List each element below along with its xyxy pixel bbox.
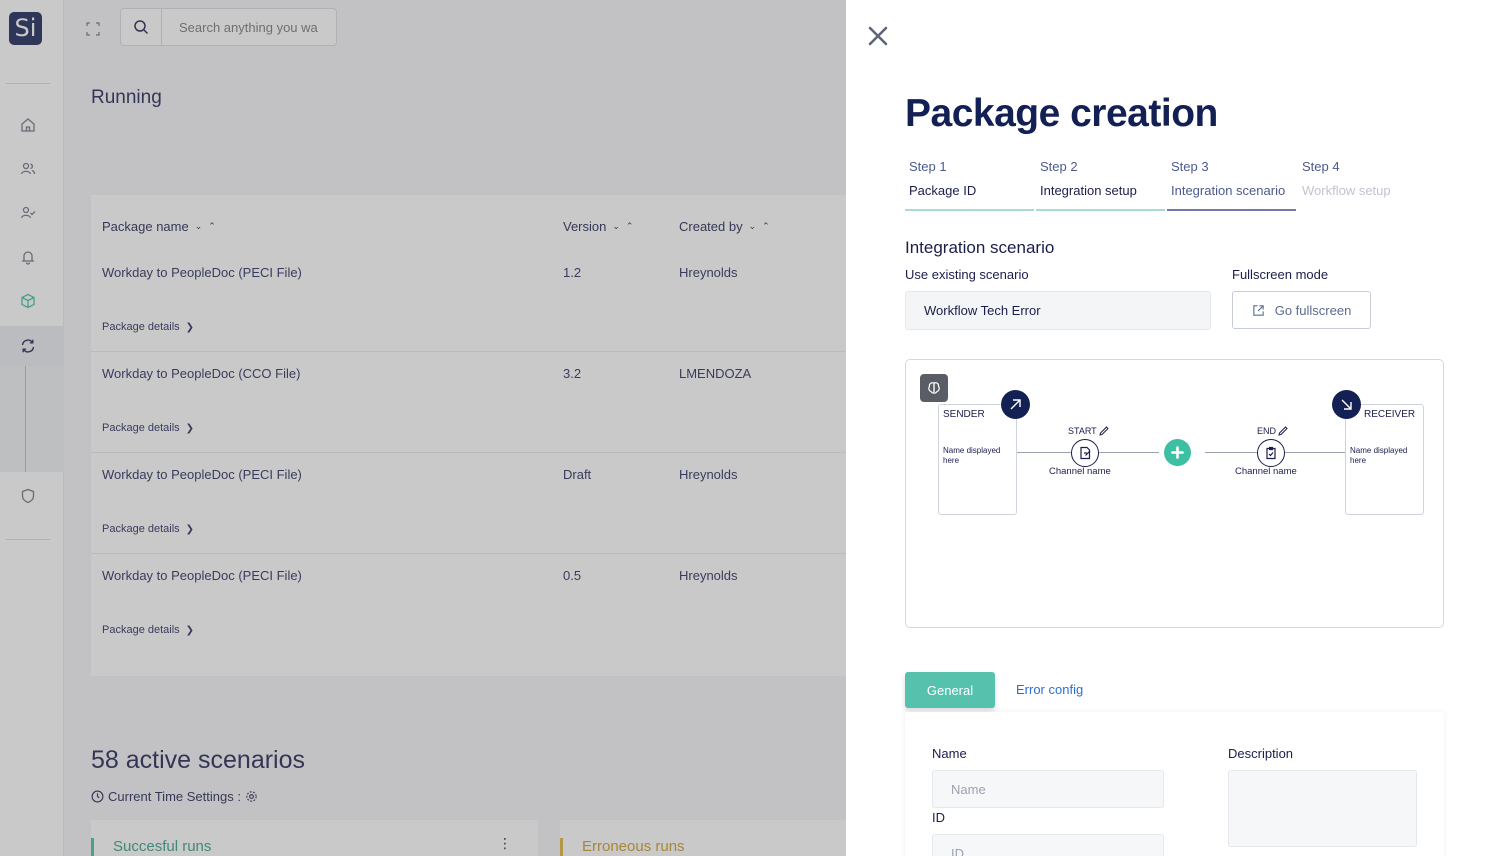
id-label: ID <box>932 810 945 825</box>
connector-line <box>1017 452 1071 453</box>
pencil-icon[interactable] <box>1278 426 1288 436</box>
close-icon[interactable] <box>866 24 890 48</box>
connector-line <box>1285 452 1346 453</box>
arrow-down-right-icon <box>1332 390 1361 419</box>
package-creation-drawer: Package creation Step 1 Package ID Step … <box>846 0 1502 856</box>
plus-icon <box>1171 446 1184 459</box>
end-label: END <box>1257 426 1288 436</box>
tab-general[interactable]: General <box>905 672 995 708</box>
id-input[interactable]: ID <box>932 834 1164 856</box>
description-label: Description <box>1228 746 1294 761</box>
end-channel-node[interactable] <box>1257 439 1285 467</box>
name-input[interactable]: Name <box>932 770 1164 808</box>
step-name: Integration scenario <box>1171 183 1286 198</box>
node-title: SENDER <box>943 409 985 420</box>
step-name: Workflow setup <box>1302 183 1391 198</box>
start-channel-node[interactable] <box>1071 439 1099 467</box>
modal-overlay[interactable] <box>0 0 846 856</box>
fullscreen-mode-label: Fullscreen mode <box>1232 267 1329 282</box>
connector-line <box>1205 452 1257 453</box>
end-channel-name: Channel name <box>1235 466 1297 477</box>
brain-icon[interactable] <box>920 374 948 402</box>
connector-line <box>1099 452 1159 453</box>
step-number: Step 2 <box>1040 159 1078 174</box>
scenario-diagram[interactable]: SENDER Name displayed here START Channel… <box>905 359 1444 628</box>
existing-scenario-label: Use existing scenario <box>905 267 1029 282</box>
document-icon <box>1080 446 1091 460</box>
step-number: Step 3 <box>1171 159 1209 174</box>
drawer-title: Package creation <box>905 92 1218 135</box>
step-indicator <box>1167 209 1296 211</box>
go-fullscreen-button[interactable]: Go fullscreen <box>1232 291 1371 329</box>
step-4[interactable]: Step 4 Workflow setup <box>1298 156 1427 211</box>
step-2[interactable]: Step 2 Integration setup <box>1036 156 1165 211</box>
tab-error-config[interactable]: Error config <box>1016 682 1083 697</box>
start-label: START <box>1068 426 1109 436</box>
step-indicator <box>1036 209 1165 211</box>
step-1[interactable]: Step 1 Package ID <box>905 156 1034 211</box>
receiver-node[interactable]: RECEIVER Name displayed here <box>1345 404 1424 515</box>
section-title: Integration scenario <box>905 238 1055 257</box>
node-title: RECEIVER <box>1364 409 1416 420</box>
add-node-button[interactable] <box>1164 439 1191 466</box>
start-channel-name: Channel name <box>1049 466 1111 477</box>
existing-scenario-select[interactable]: Workflow Tech Error <box>905 291 1211 330</box>
step-number: Step 4 <box>1302 159 1340 174</box>
name-label: Name <box>932 746 967 761</box>
general-form: Name Name ID ID Description <box>905 712 1444 856</box>
node-description: Name displayed here <box>943 446 1001 465</box>
step-number: Step 1 <box>909 159 947 174</box>
description-textarea[interactable] <box>1228 770 1417 847</box>
step-indicator <box>905 209 1034 211</box>
arrow-up-right-icon <box>1001 390 1030 419</box>
external-link-icon <box>1253 304 1264 316</box>
step-name: Package ID <box>909 183 977 198</box>
pencil-icon[interactable] <box>1098 426 1109 436</box>
sender-node[interactable]: SENDER Name displayed here <box>938 404 1017 515</box>
step-3[interactable]: Step 3 Integration scenario <box>1167 156 1296 211</box>
node-description: Name displayed here <box>1350 446 1408 465</box>
clipboard-check-icon <box>1266 446 1276 460</box>
step-name: Integration setup <box>1040 183 1137 198</box>
